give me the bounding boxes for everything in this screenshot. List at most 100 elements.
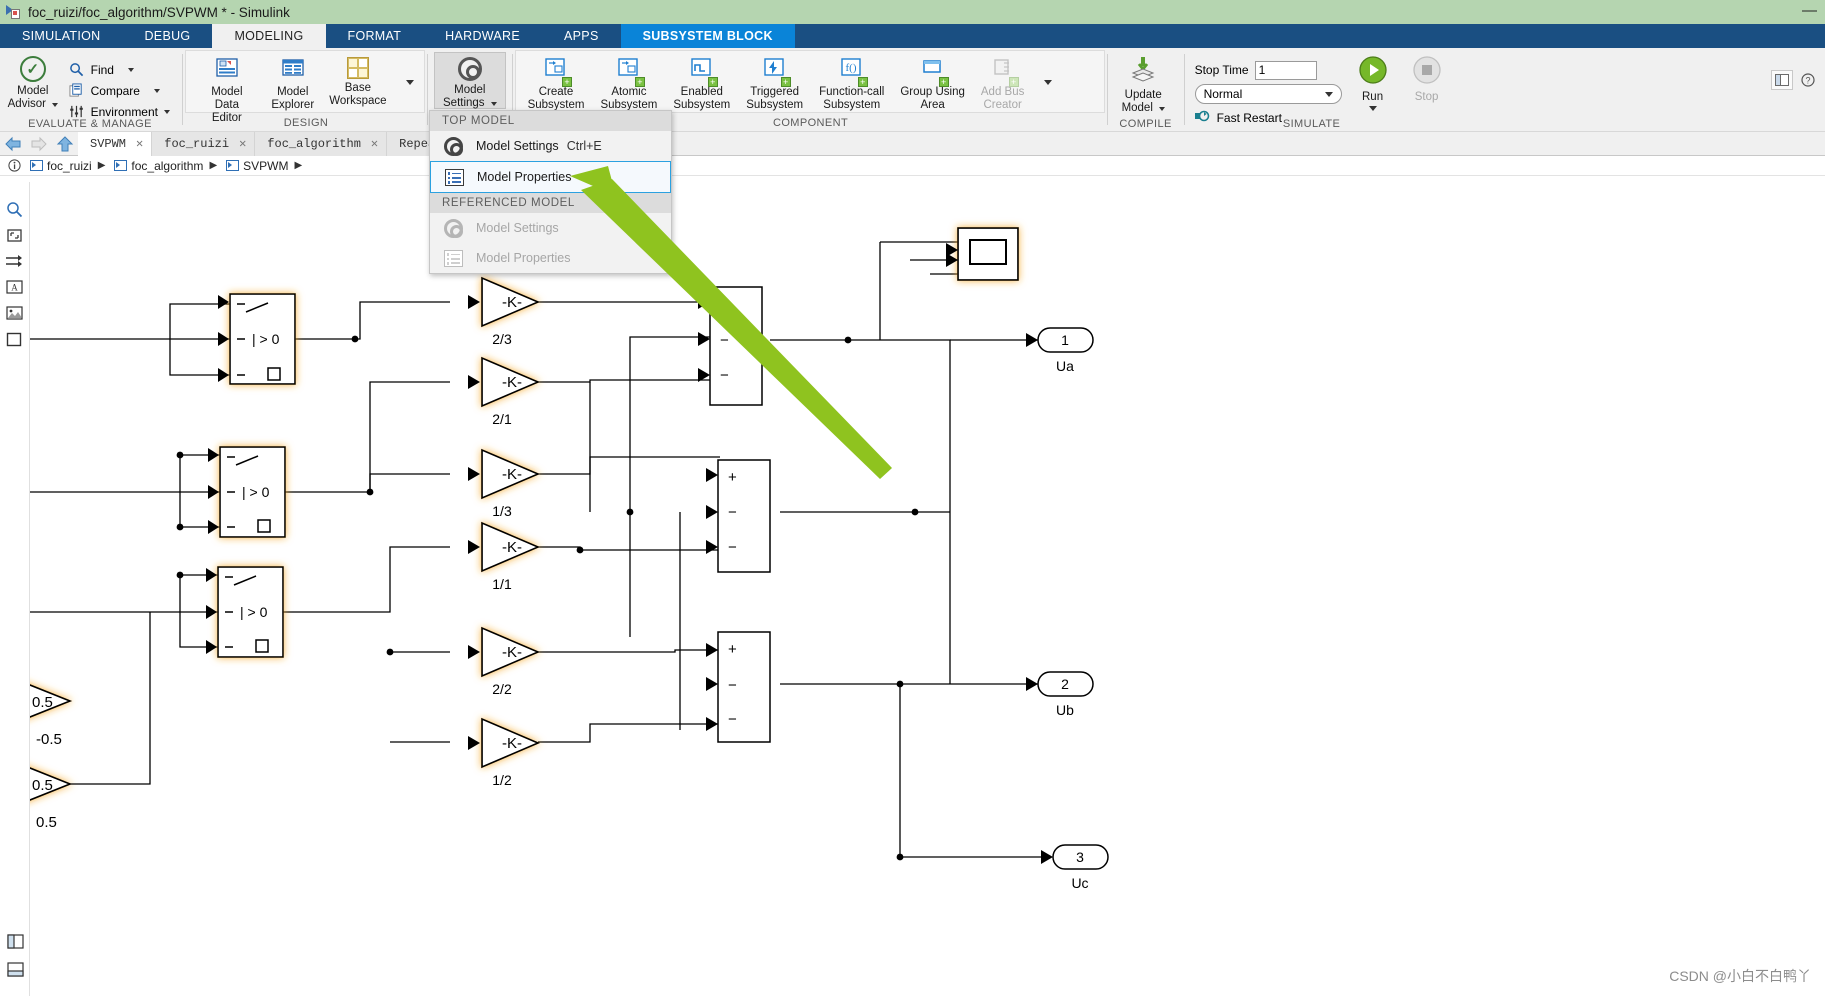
tab-apps[interactable]: APPS xyxy=(542,24,621,48)
group-label-compile: COMPILE xyxy=(1119,118,1172,130)
model-settings-label-1: Model xyxy=(454,84,486,96)
gain-blocks: -K- 2/3 -K- 2/1 -K- 1/3 -K- 1/1 -K- 2/2 xyxy=(468,276,541,788)
bottom-panel-icon[interactable] xyxy=(1,956,29,982)
image-icon[interactable] xyxy=(0,300,28,326)
svg-text:+: + xyxy=(720,297,729,314)
triggered-subsystem-button[interactable]: + Triggered Subsystem xyxy=(738,53,811,112)
base-workspace-icon xyxy=(346,57,369,79)
layout-icon[interactable] xyxy=(1771,70,1793,90)
svg-text:Uc: Uc xyxy=(1071,875,1088,891)
menu-item-ref-model-properties: Model Properties xyxy=(430,243,671,273)
group-label-evaluate-manage: EVALUATE & MANAGE xyxy=(28,118,152,130)
base-workspace-label-2: Workspace xyxy=(329,95,387,107)
area-icon[interactable] xyxy=(0,326,28,352)
close-icon[interactable]: ✕ xyxy=(371,136,378,151)
menu-item-label: Model Properties xyxy=(477,170,572,184)
svg-text:−: − xyxy=(728,539,737,556)
zoom-fit-icon[interactable] xyxy=(0,196,28,222)
chevron-down-icon[interactable] xyxy=(1368,106,1377,111)
doc-tab-foc-algorithm[interactable]: foc_algorithm ✕ xyxy=(255,131,388,156)
tab-hardware[interactable]: HARDWARE xyxy=(423,24,542,48)
help-icon[interactable]: ? xyxy=(1797,70,1819,90)
design-overflow-chevron-icon[interactable] xyxy=(406,80,414,85)
model-settings-button[interactable]: Model Settings xyxy=(434,52,506,109)
breadcrumb-item-foc-algorithm[interactable]: foc_algorithm ▶ xyxy=(114,159,224,173)
stop-time-label: Stop Time xyxy=(1194,63,1249,77)
svg-text:0.5: 0.5 xyxy=(32,694,53,711)
breadcrumb-label: SVPWM xyxy=(243,158,289,173)
model-properties-icon xyxy=(442,247,464,269)
chevron-down-icon[interactable] xyxy=(164,109,170,114)
group-using-area-button[interactable]: + Group Using Area xyxy=(892,53,973,112)
chevron-down-icon[interactable] xyxy=(52,102,58,107)
chevron-down-icon[interactable] xyxy=(153,88,160,93)
stop-time-input[interactable] xyxy=(1254,60,1317,80)
svg-text:1/1: 1/1 xyxy=(492,576,512,592)
chevron-down-icon[interactable] xyxy=(1158,106,1165,111)
arrow-flow-icon[interactable] xyxy=(0,248,28,274)
create-subsystem-button[interactable]: + Create Subsystem xyxy=(520,53,593,112)
svg-text:+: + xyxy=(728,641,737,658)
info-icon[interactable] xyxy=(8,159,21,175)
zoom-region-icon[interactable] xyxy=(0,222,28,248)
menu-item-model-properties[interactable]: Model Properties xyxy=(430,161,671,193)
ribbon-right-buttons: ? xyxy=(1771,70,1819,90)
svg-text:0.5: 0.5 xyxy=(36,814,57,831)
tab-modeling[interactable]: MODELING xyxy=(212,24,326,48)
update-model-icon xyxy=(1129,56,1157,86)
function-call-subsystem-button[interactable]: f() + Function-call Subsystem xyxy=(811,53,892,112)
model-settings-dropdown-menu[interactable]: TOP MODEL Model Settings Ctrl+E Model Pr… xyxy=(429,110,672,274)
chevron-down-icon[interactable] xyxy=(490,101,497,106)
create-subsystem-icon: + xyxy=(544,57,572,87)
output-ports: 1 Ua 2 Ub 3 Uc xyxy=(896,327,1109,891)
svg-text:−: − xyxy=(720,367,729,384)
minimize-button[interactable]: — xyxy=(1802,2,1819,19)
breadcrumb-item-foc-ruizi[interactable]: foc_ruizi ▶ xyxy=(30,159,112,173)
simulation-mode-select[interactable]: Normal xyxy=(1194,84,1342,104)
tab-format[interactable]: FORMAT xyxy=(326,24,424,48)
close-icon[interactable]: ✕ xyxy=(136,136,143,151)
svg-text:| > 0: | > 0 xyxy=(240,604,268,620)
compare-button[interactable]: Compare xyxy=(64,80,174,101)
tab-debug[interactable]: DEBUG xyxy=(122,24,212,48)
breadcrumb-item-svpwm[interactable]: SVPWM ▶ xyxy=(226,159,309,173)
breadcrumb-separator-icon: ▶ xyxy=(97,160,106,171)
doc-tab-svpwm[interactable]: SVPWM ✕ xyxy=(78,131,153,156)
simulink-window: foc_ruizi/foc_algorithm/SVPWM * - Simuli… xyxy=(0,0,1825,996)
svg-text:A: A xyxy=(11,283,18,293)
simulation-mode-value: Normal xyxy=(1203,87,1243,101)
create-subsystem-label-1: Create xyxy=(538,86,574,98)
breadcrumb: foc_ruizi ▶ foc_algorithm ▶ SVPWM ▶ xyxy=(0,156,1825,176)
model-canvas[interactable]: | > 0 | > 0 | > 0 -K- 2/3 -K- 2/1 -K- 1/… xyxy=(30,182,1825,996)
add-bus-creator-label-2: Creator xyxy=(983,99,1022,111)
breadcrumb-label: foc_ruizi xyxy=(47,158,92,173)
model-data-editor-button[interactable]: Model Data Editor xyxy=(190,53,264,124)
svg-text:| > 0: | > 0 xyxy=(242,484,270,500)
menu-item-label: Model Settings xyxy=(476,221,559,235)
menu-item-label: Model Properties xyxy=(476,251,571,265)
enabled-subsystem-button[interactable]: + Enabled Subsystem xyxy=(665,53,738,112)
chevron-down-icon[interactable] xyxy=(127,67,134,72)
menu-item-label: Model Settings xyxy=(476,139,559,153)
nav-forward-button[interactable] xyxy=(26,136,52,152)
doc-tab-foc-ruizi[interactable]: foc_ruizi ✕ xyxy=(152,131,256,156)
menu-section-header-referenced-model: REFERENCED MODEL xyxy=(430,193,671,213)
menu-section-header-top-model: TOP MODEL xyxy=(430,111,671,131)
base-workspace-button[interactable]: Base Workspace xyxy=(322,53,394,112)
chevron-down-icon[interactable] xyxy=(1324,91,1333,97)
model-explorer-button[interactable]: Model Explorer xyxy=(264,53,322,112)
svg-text:−: − xyxy=(728,711,737,728)
component-overflow-chevron-icon[interactable] xyxy=(1044,80,1053,85)
svg-text:Ua: Ua xyxy=(1056,358,1074,374)
nav-up-button[interactable] xyxy=(52,135,78,152)
annotation-text-icon[interactable]: A xyxy=(0,274,28,300)
tab-subsystem-block[interactable]: SUBSYSTEM BLOCK xyxy=(620,24,795,48)
find-button[interactable]: Find xyxy=(64,59,174,80)
close-icon[interactable]: ✕ xyxy=(239,136,246,151)
atomic-subsystem-button[interactable]: + Atomic Subsystem xyxy=(592,53,665,112)
menu-item-model-settings[interactable]: Model Settings Ctrl+E xyxy=(430,131,671,161)
tab-simulation[interactable]: SIMULATION xyxy=(0,24,122,48)
model-icon xyxy=(226,160,240,171)
model-browser-icon[interactable] xyxy=(1,928,29,954)
nav-back-button[interactable] xyxy=(0,136,26,152)
